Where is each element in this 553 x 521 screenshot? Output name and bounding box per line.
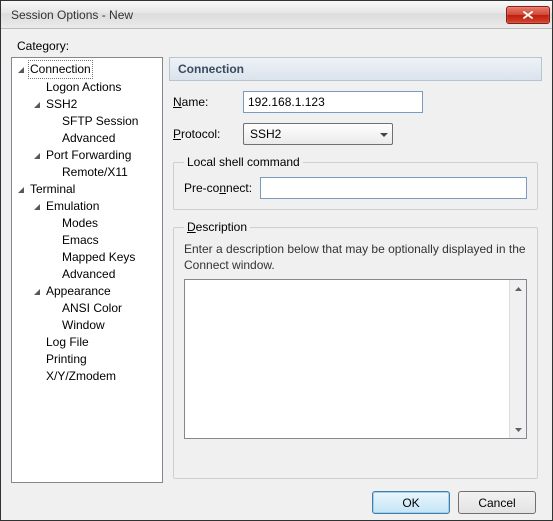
tree-item-label: Emulation <box>44 198 101 215</box>
name-row: Name: <box>173 91 538 113</box>
tree-item[interactable]: Terminal <box>12 181 162 198</box>
tree-item[interactable]: Advanced <box>12 130 162 147</box>
tree-item-label: Advanced <box>60 130 117 147</box>
tree-item-label: Connection <box>28 60 93 79</box>
dialog-content: Category: Connection Logon ActionsSSH2 S… <box>1 29 552 520</box>
tree-item-label: Emacs <box>60 232 101 249</box>
protocol-label: Protocol: <box>173 127 235 141</box>
close-icon <box>523 11 533 19</box>
tree-item-label: Terminal <box>28 181 77 198</box>
name-label: Name: <box>173 95 235 109</box>
ok-button[interactable]: OK <box>372 491 450 514</box>
close-button[interactable] <box>506 6 550 24</box>
window-title: Session Options - New <box>11 8 506 22</box>
tree-collapse-icon[interactable] <box>16 65 26 75</box>
tree-item[interactable]: Mapped Keys <box>12 249 162 266</box>
tree-item-label: Remote/X11 <box>60 164 130 181</box>
tree-item[interactable]: Emacs <box>12 232 162 249</box>
tree-item[interactable]: Window <box>12 317 162 334</box>
dialog-buttons: OK Cancel <box>11 483 542 514</box>
tree-item[interactable]: Connection <box>12 60 162 79</box>
tree-item-label: Logon Actions <box>44 79 123 96</box>
protocol-row: Protocol: SSH2 <box>173 123 538 145</box>
tree-item[interactable]: Appearance <box>12 283 162 300</box>
scroll-up-icon[interactable] <box>512 282 525 295</box>
preconnect-input[interactable] <box>260 177 527 199</box>
local-shell-group: Local shell command Pre-connect: <box>173 155 538 210</box>
protocol-value: SSH2 <box>250 127 281 141</box>
tree-collapse-icon[interactable] <box>32 287 42 297</box>
description-help: Enter a description below that may be op… <box>184 242 527 273</box>
description-group: Description Enter a description below th… <box>173 220 538 479</box>
tree-item[interactable]: SSH2 <box>12 96 162 113</box>
description-wrap <box>184 279 527 439</box>
category-tree[interactable]: Connection Logon ActionsSSH2 SFTP Sessio… <box>11 57 163 483</box>
tree-item-label: X/Y/Zmodem <box>44 368 118 385</box>
tree-collapse-icon[interactable] <box>32 100 42 110</box>
session-options-dialog: Session Options - New Category: Connecti… <box>0 0 553 521</box>
scroll-down-icon[interactable] <box>512 423 525 436</box>
preconnect-row: Pre-connect: <box>184 177 527 199</box>
description-input[interactable] <box>185 280 509 438</box>
tree-item-label: SFTP Session <box>60 113 140 130</box>
tree-item[interactable]: Modes <box>12 215 162 232</box>
columns: Connection Logon ActionsSSH2 SFTP Sessio… <box>11 57 542 483</box>
titlebar[interactable]: Session Options - New <box>1 1 552 29</box>
settings-panel: Connection Name: Protocol: SSH2 <box>169 57 542 483</box>
tree-item[interactable]: Port Forwarding <box>12 147 162 164</box>
description-legend: Description <box>184 220 250 234</box>
tree-collapse-icon[interactable] <box>16 185 26 195</box>
panel-body: Name: Protocol: SSH2 Local she <box>169 81 542 483</box>
tree-item[interactable]: Printing <box>12 351 162 368</box>
tree-item[interactable]: X/Y/Zmodem <box>12 368 162 385</box>
tree-item[interactable]: Log File <box>12 334 162 351</box>
tree-item[interactable]: Advanced <box>12 266 162 283</box>
panel-header: Connection <box>169 57 542 81</box>
chevron-down-icon <box>380 127 388 141</box>
tree-item-label: SSH2 <box>44 96 79 113</box>
tree-item[interactable]: ANSI Color <box>12 300 162 317</box>
cancel-button[interactable]: Cancel <box>458 491 536 514</box>
tree-item-label: ANSI Color <box>60 300 124 317</box>
tree-item[interactable]: SFTP Session <box>12 113 162 130</box>
preconnect-label: Pre-connect: <box>184 181 252 195</box>
tree-item-label: Port Forwarding <box>44 147 133 164</box>
tree-item-label: Modes <box>60 215 100 232</box>
scrollbar[interactable] <box>509 280 526 438</box>
tree-item-label: Log File <box>44 334 91 351</box>
tree-item-label: Window <box>60 317 107 334</box>
name-input[interactable] <box>243 91 423 113</box>
tree-item-label: Appearance <box>44 283 113 300</box>
tree-item-label: Printing <box>44 351 89 368</box>
protocol-select[interactable]: SSH2 <box>243 123 393 145</box>
tree-collapse-icon[interactable] <box>32 151 42 161</box>
tree-item-label: Mapped Keys <box>60 249 137 266</box>
tree-item[interactable]: Logon Actions <box>12 79 162 96</box>
tree-item[interactable]: Remote/X11 <box>12 164 162 181</box>
tree-item-label: Advanced <box>60 266 117 283</box>
category-label: Category: <box>17 39 542 53</box>
tree-item[interactable]: Emulation <box>12 198 162 215</box>
tree-collapse-icon[interactable] <box>32 202 42 212</box>
local-shell-legend: Local shell command <box>184 155 303 169</box>
